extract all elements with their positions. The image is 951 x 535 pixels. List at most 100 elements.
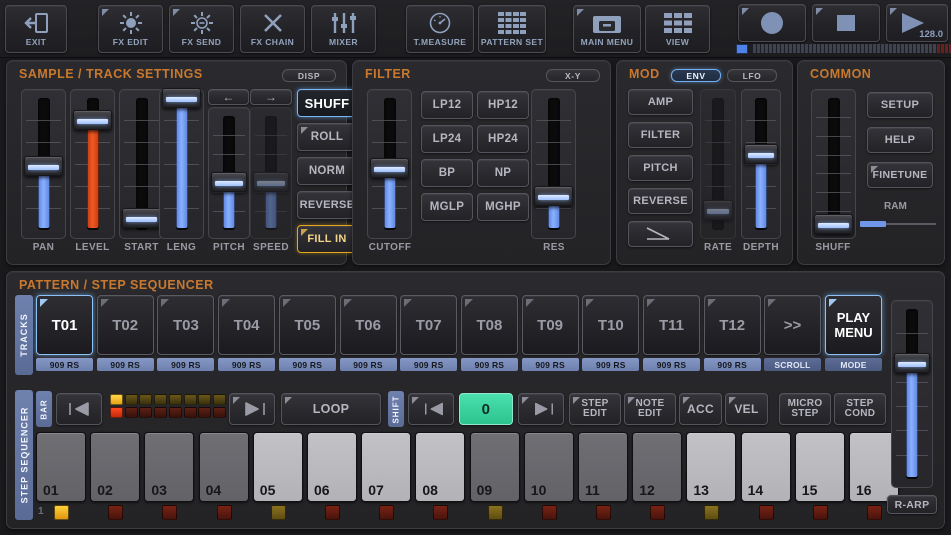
filter-type-mglp-button[interactable]: MGLP [421, 193, 473, 221]
track-button-t09[interactable]: T09 [521, 295, 579, 355]
bar-led[interactable] [139, 394, 153, 405]
filter-type-lp12-button[interactable]: LP12 [421, 91, 473, 119]
seq-control-noteedit-button[interactable]: NOTE EDIT [624, 393, 676, 425]
shift-prev-button[interactable] [408, 393, 454, 425]
slider-knob[interactable] [253, 172, 289, 192]
exit-button[interactable]: EXIT [5, 5, 67, 53]
record-button[interactable] [738, 4, 806, 42]
track-button-t08[interactable]: T08 [460, 295, 518, 355]
sequencer-level-slider[interactable] [891, 300, 933, 488]
track-tag[interactable]: 909 RS [278, 358, 336, 371]
step-led[interactable] [487, 505, 503, 520]
cutoff-slider[interactable] [367, 89, 412, 239]
step-led[interactable] [812, 505, 828, 520]
step-led[interactable] [270, 505, 286, 520]
bar-led[interactable] [198, 407, 212, 418]
track-tag[interactable]: 909 RS [521, 358, 579, 371]
nav-right-button[interactable]: → [250, 89, 292, 105]
bar-led[interactable] [110, 407, 123, 418]
bar-led[interactable] [198, 394, 212, 405]
slider-knob[interactable] [370, 158, 409, 178]
fx-send-button[interactable]: FX SEND [169, 5, 234, 53]
shuff-button[interactable]: SHUFF [297, 89, 357, 117]
slider-knob[interactable] [814, 214, 853, 234]
step-pad-07[interactable]: 07 [361, 432, 412, 502]
bar-led[interactable] [183, 394, 197, 405]
view-button[interactable]: VIEW [645, 5, 710, 53]
step-led[interactable] [108, 505, 124, 520]
fx-edit-button[interactable]: FX EDIT [98, 5, 163, 53]
reverse-button[interactable]: REVERSE [297, 191, 357, 219]
track-button-t01[interactable]: T01 [36, 295, 93, 355]
slider-knob[interactable] [211, 172, 247, 192]
filter-type-bp-button[interactable]: BP [421, 159, 473, 187]
track-button-t03[interactable]: T03 [157, 295, 215, 355]
step-pad-03[interactable]: 03 [144, 432, 195, 502]
track-tag[interactable]: 909 RS [703, 358, 761, 371]
scroll-button[interactable]: >> [764, 295, 821, 355]
mod-shape-button[interactable] [628, 221, 693, 247]
env-button[interactable]: ENV [671, 69, 721, 82]
filter-type-lp24-button[interactable]: LP24 [421, 125, 473, 153]
slider-knob[interactable] [703, 200, 733, 220]
xy-button[interactable]: X-Y [546, 69, 600, 82]
track-button-t05[interactable]: T05 [278, 295, 336, 355]
step-led[interactable] [216, 505, 232, 520]
filter-type-mghp-button[interactable]: MGHP [477, 193, 529, 221]
pitch-slider[interactable] [208, 107, 250, 239]
filter-type-hp24-button[interactable]: HP24 [477, 125, 529, 153]
step-pad-05[interactable]: 05 [252, 432, 303, 502]
bar-led[interactable] [183, 407, 197, 418]
depth-slider[interactable] [741, 89, 781, 239]
pan-slider[interactable] [21, 89, 66, 239]
setup-button[interactable]: SETUP [867, 92, 933, 118]
seq-control-stepedit-button[interactable]: STEP EDIT [569, 393, 621, 425]
bar-prev-button[interactable] [56, 393, 102, 425]
track-button-t12[interactable]: T12 [703, 295, 761, 355]
step-led[interactable] [650, 505, 666, 520]
step-led[interactable] [54, 505, 69, 520]
step-led[interactable] [541, 505, 557, 520]
fill-in-button[interactable]: FILL IN [297, 225, 357, 253]
page-value-display[interactable]: 0 [459, 393, 513, 425]
leng-slider[interactable] [159, 88, 204, 239]
bar-led[interactable] [212, 407, 226, 418]
step-pad-15[interactable]: 15 [794, 432, 845, 502]
res-slider[interactable] [531, 89, 576, 239]
step-pad-11[interactable]: 11 [578, 432, 628, 502]
slider-knob[interactable] [894, 353, 930, 373]
fx-chain-button[interactable]: FX CHAIN [240, 5, 305, 53]
step-led[interactable] [758, 505, 774, 520]
level-slider[interactable] [70, 89, 115, 239]
ram-slider[interactable] [860, 221, 936, 227]
bar-led[interactable] [154, 394, 168, 405]
norm-button[interactable]: NORM [297, 157, 357, 185]
step-led[interactable] [325, 505, 340, 520]
shuff-slider[interactable] [811, 89, 856, 239]
track-tag[interactable]: 909 RS [218, 358, 276, 371]
bar-led[interactable] [139, 407, 153, 418]
slider-knob[interactable] [24, 156, 63, 176]
filter-type-np-button[interactable]: NP [477, 159, 529, 187]
step-pad-13[interactable]: 13 [686, 432, 737, 502]
bar-led[interactable] [124, 407, 138, 418]
stop-button[interactable] [812, 4, 880, 42]
disp-button[interactable]: DISP [282, 69, 336, 82]
step-pad-02[interactable]: 02 [90, 432, 141, 502]
step-pad-10[interactable]: 10 [523, 432, 574, 502]
step-pad-12[interactable]: 12 [632, 432, 683, 502]
pattern-set-button[interactable]: PATTERN SET [478, 5, 546, 53]
bar-led[interactable] [110, 394, 123, 405]
main-menu-button[interactable]: MAIN MENU [573, 5, 641, 53]
mod-target-reverse-button[interactable]: REVERSE [628, 188, 693, 214]
start-slider[interactable] [119, 89, 164, 239]
seq-control-acc-button[interactable]: ACC [679, 393, 722, 425]
track-button-t07[interactable]: T07 [400, 295, 458, 355]
bar-led[interactable] [212, 394, 226, 405]
step-led[interactable] [433, 505, 449, 520]
mod-target-pitch-button[interactable]: PITCH [628, 155, 693, 181]
help-button[interactable]: HELP [867, 127, 933, 153]
step-pad-04[interactable]: 04 [198, 432, 249, 502]
slider-knob[interactable] [744, 144, 778, 164]
slider-knob[interactable] [73, 110, 112, 130]
